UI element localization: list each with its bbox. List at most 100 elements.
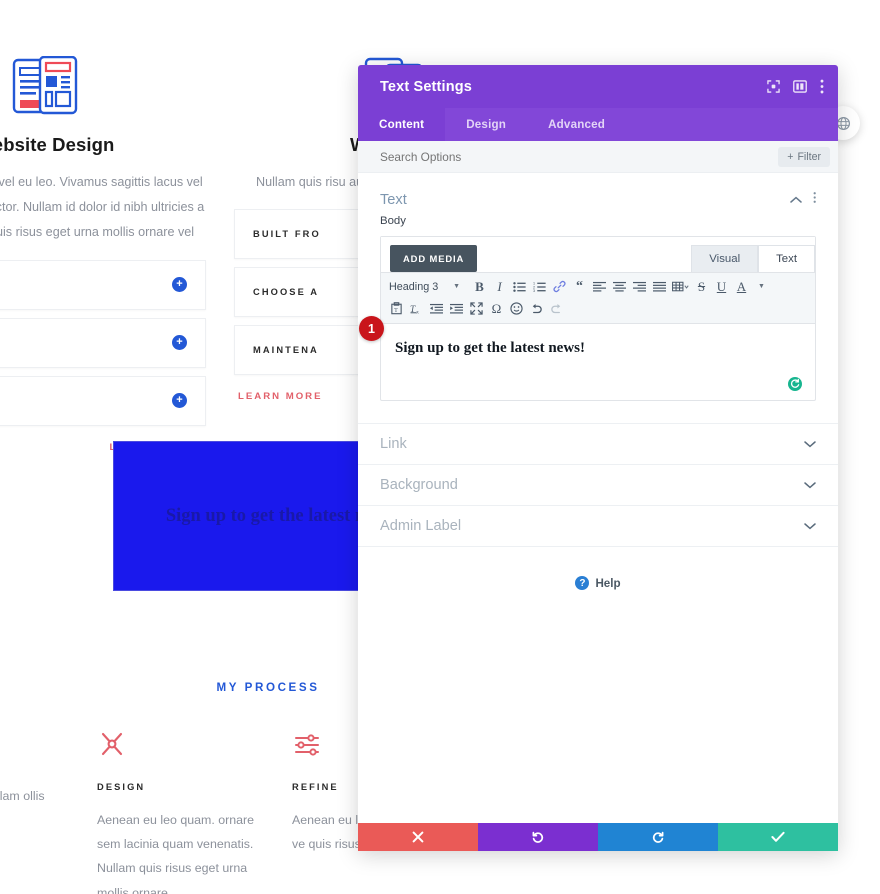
search-options-row: + Filter xyxy=(358,141,838,173)
editor-mode-tabs: Visual Text xyxy=(691,245,815,272)
accordion-item[interactable]: N + xyxy=(0,260,206,310)
editor-toolbar-row-2: T Tx xyxy=(387,299,809,318)
tab-text[interactable]: Text xyxy=(758,245,815,272)
accordion-item[interactable]: TEGY + xyxy=(0,376,206,426)
filter-button[interactable]: + Filter xyxy=(778,147,830,167)
newspaper-layout-icon xyxy=(0,30,206,118)
fullscreen-icon[interactable] xyxy=(467,299,486,318)
accordion-label: BUILT FRO xyxy=(253,229,321,239)
search-input[interactable] xyxy=(380,150,778,164)
text-section-header[interactable]: Text xyxy=(358,173,838,215)
undo-icon[interactable] xyxy=(527,299,546,318)
italic-icon[interactable]: I xyxy=(490,277,509,296)
compass-tools-icon xyxy=(0,730,73,768)
undo-button[interactable] xyxy=(478,823,598,851)
underline-icon[interactable]: U xyxy=(712,277,731,296)
refresh-icon[interactable] xyxy=(787,376,803,392)
align-center-icon[interactable] xyxy=(610,277,629,296)
tab-content[interactable]: Content xyxy=(358,108,445,141)
body-field: Body ADD MEDIA Visual Text Heading 3 xyxy=(358,215,838,401)
text-color-icon[interactable]: A xyxy=(732,277,751,296)
paste-as-text-icon[interactable]: T xyxy=(387,299,406,318)
process-item-paragraph: ornare sem s. Nullam ollis ornare xyxy=(0,784,73,832)
wysiwyg-editor: ADD MEDIA Visual Text Heading 3 ▼ xyxy=(380,236,816,401)
chevron-down-icon: ▼ xyxy=(453,283,460,290)
numbered-list-icon[interactable]: 123 xyxy=(530,277,549,296)
section-admin-label-title: Admin Label xyxy=(380,518,804,534)
align-justify-icon[interactable] xyxy=(650,277,669,296)
body-field-label: Body xyxy=(380,215,816,227)
screen-root: Website Design t urna mollis ornare vel … xyxy=(0,0,880,894)
panel-header-actions xyxy=(767,79,824,94)
align-left-icon[interactable] xyxy=(590,277,609,296)
spacer xyxy=(358,405,838,423)
tab-design[interactable]: Design xyxy=(445,108,527,141)
plus-icon: + xyxy=(787,151,793,163)
accordion-list: N + OGO + TEGY + xyxy=(0,260,206,426)
svg-text:T: T xyxy=(410,305,416,315)
strikethrough-icon[interactable]: S xyxy=(692,277,711,296)
service-card-1: Website Design t urna mollis ornare vel … xyxy=(0,30,220,453)
special-character-icon[interactable]: Ω xyxy=(487,299,506,318)
panel-title: Text Settings xyxy=(380,79,767,95)
format-select[interactable]: Heading 3 ▼ xyxy=(387,277,463,296)
format-select-value: Heading 3 xyxy=(389,281,438,293)
layout-view-icon[interactable] xyxy=(793,80,807,93)
filter-button-label: Filter xyxy=(797,151,821,163)
chevron-down-icon[interactable] xyxy=(804,435,816,453)
editor-top-bar: ADD MEDIA Visual Text xyxy=(381,237,815,272)
pencil-ruler-icon xyxy=(97,730,268,768)
service-title: Website Design xyxy=(0,134,206,156)
tab-visual[interactable]: Visual xyxy=(691,245,758,272)
emoji-icon[interactable] xyxy=(507,299,526,318)
more-vertical-icon[interactable] xyxy=(813,191,816,209)
outdent-icon[interactable] xyxy=(427,299,446,318)
step-badge: 1 xyxy=(359,316,384,341)
process-item-title: DESIGN xyxy=(97,782,268,792)
align-right-icon[interactable] xyxy=(630,277,649,296)
bullet-list-icon[interactable] xyxy=(510,277,529,296)
chevron-down-icon[interactable] xyxy=(804,476,816,494)
clear-formatting-icon[interactable]: Tx xyxy=(407,299,426,318)
plus-icon[interactable]: + xyxy=(172,335,187,350)
plus-icon[interactable]: + xyxy=(172,277,187,292)
panel-header: Text Settings xyxy=(358,65,838,108)
link-icon[interactable] xyxy=(550,277,569,296)
editor-content-area[interactable]: 1 Sign up to get the latest news! xyxy=(381,324,815,400)
section-link-title: Link xyxy=(380,436,804,452)
cancel-button[interactable] xyxy=(358,823,478,851)
editor-text-content[interactable]: Sign up to get the latest news! xyxy=(395,340,801,357)
svg-text:3: 3 xyxy=(533,289,535,293)
redo-button[interactable] xyxy=(598,823,718,851)
panel-body: Text Body xyxy=(358,173,838,823)
chevron-up-icon[interactable] xyxy=(790,191,802,209)
indent-icon[interactable] xyxy=(447,299,466,318)
editor-toolbar-row-1: Heading 3 ▼ B I 123 xyxy=(387,277,809,296)
expand-icon[interactable] xyxy=(767,80,780,93)
table-icon[interactable] xyxy=(670,277,691,296)
accordion-item[interactable]: OGO + xyxy=(0,318,206,368)
blockquote-icon[interactable]: “ xyxy=(570,277,589,296)
process-item-1: ornare sem s. Nullam ollis ornare xyxy=(0,730,85,894)
bold-icon[interactable]: B xyxy=(470,277,489,296)
section-background[interactable]: Background xyxy=(358,464,838,505)
text-section-title: Text xyxy=(380,192,790,208)
text-section-tools xyxy=(790,191,816,209)
accordion-label: CHOOSE A xyxy=(253,287,319,297)
add-media-button[interactable]: ADD MEDIA xyxy=(390,245,477,272)
help-row[interactable]: ? Help xyxy=(358,546,838,590)
save-button[interactable] xyxy=(718,823,838,851)
tab-advanced[interactable]: Advanced xyxy=(527,108,626,141)
chevron-down-icon[interactable] xyxy=(804,517,816,535)
help-label: Help xyxy=(595,577,620,590)
section-admin-label[interactable]: Admin Label xyxy=(358,505,838,546)
chevron-down-icon[interactable]: ▼ xyxy=(752,277,771,296)
service-paragraph: t urna mollis ornare vel eu leo. Vivamus… xyxy=(0,170,206,246)
more-vertical-icon[interactable] xyxy=(820,79,824,94)
question-mark-icon: ? xyxy=(575,576,589,590)
redo-icon[interactable] xyxy=(547,299,566,318)
section-link[interactable]: Link xyxy=(358,423,838,464)
editor-toolbar: Heading 3 ▼ B I 123 xyxy=(381,272,815,324)
plus-icon[interactable]: + xyxy=(172,393,187,408)
process-item-paragraph: Aenean eu leo quam. ornare sem lacinia q… xyxy=(97,808,268,894)
